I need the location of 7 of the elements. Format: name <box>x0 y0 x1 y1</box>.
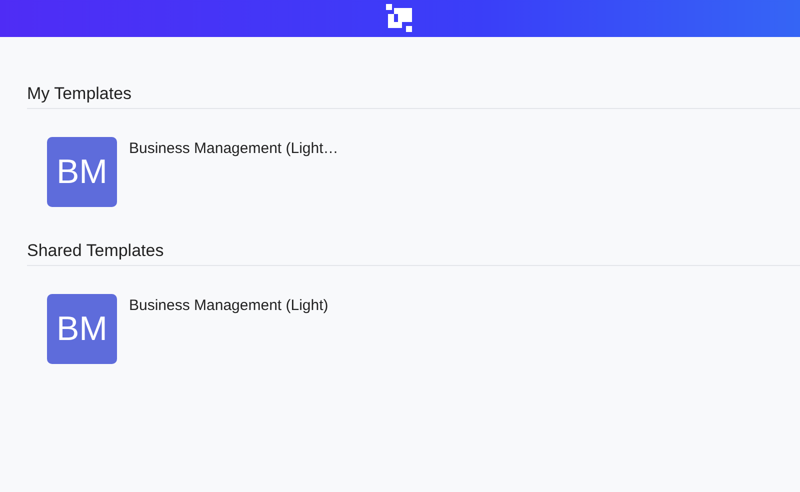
template-name[interactable]: Business Management (Light) <box>129 294 328 314</box>
template-thumbnail[interactable]: BM <box>47 294 117 364</box>
template-thumbnail[interactable]: BM <box>47 137 117 207</box>
template-name[interactable]: Business Management (Light… <box>129 137 338 157</box>
section-title: Shared Templates <box>27 241 800 266</box>
section-title: My Templates <box>27 84 800 109</box>
logo-icon <box>386 4 414 34</box>
